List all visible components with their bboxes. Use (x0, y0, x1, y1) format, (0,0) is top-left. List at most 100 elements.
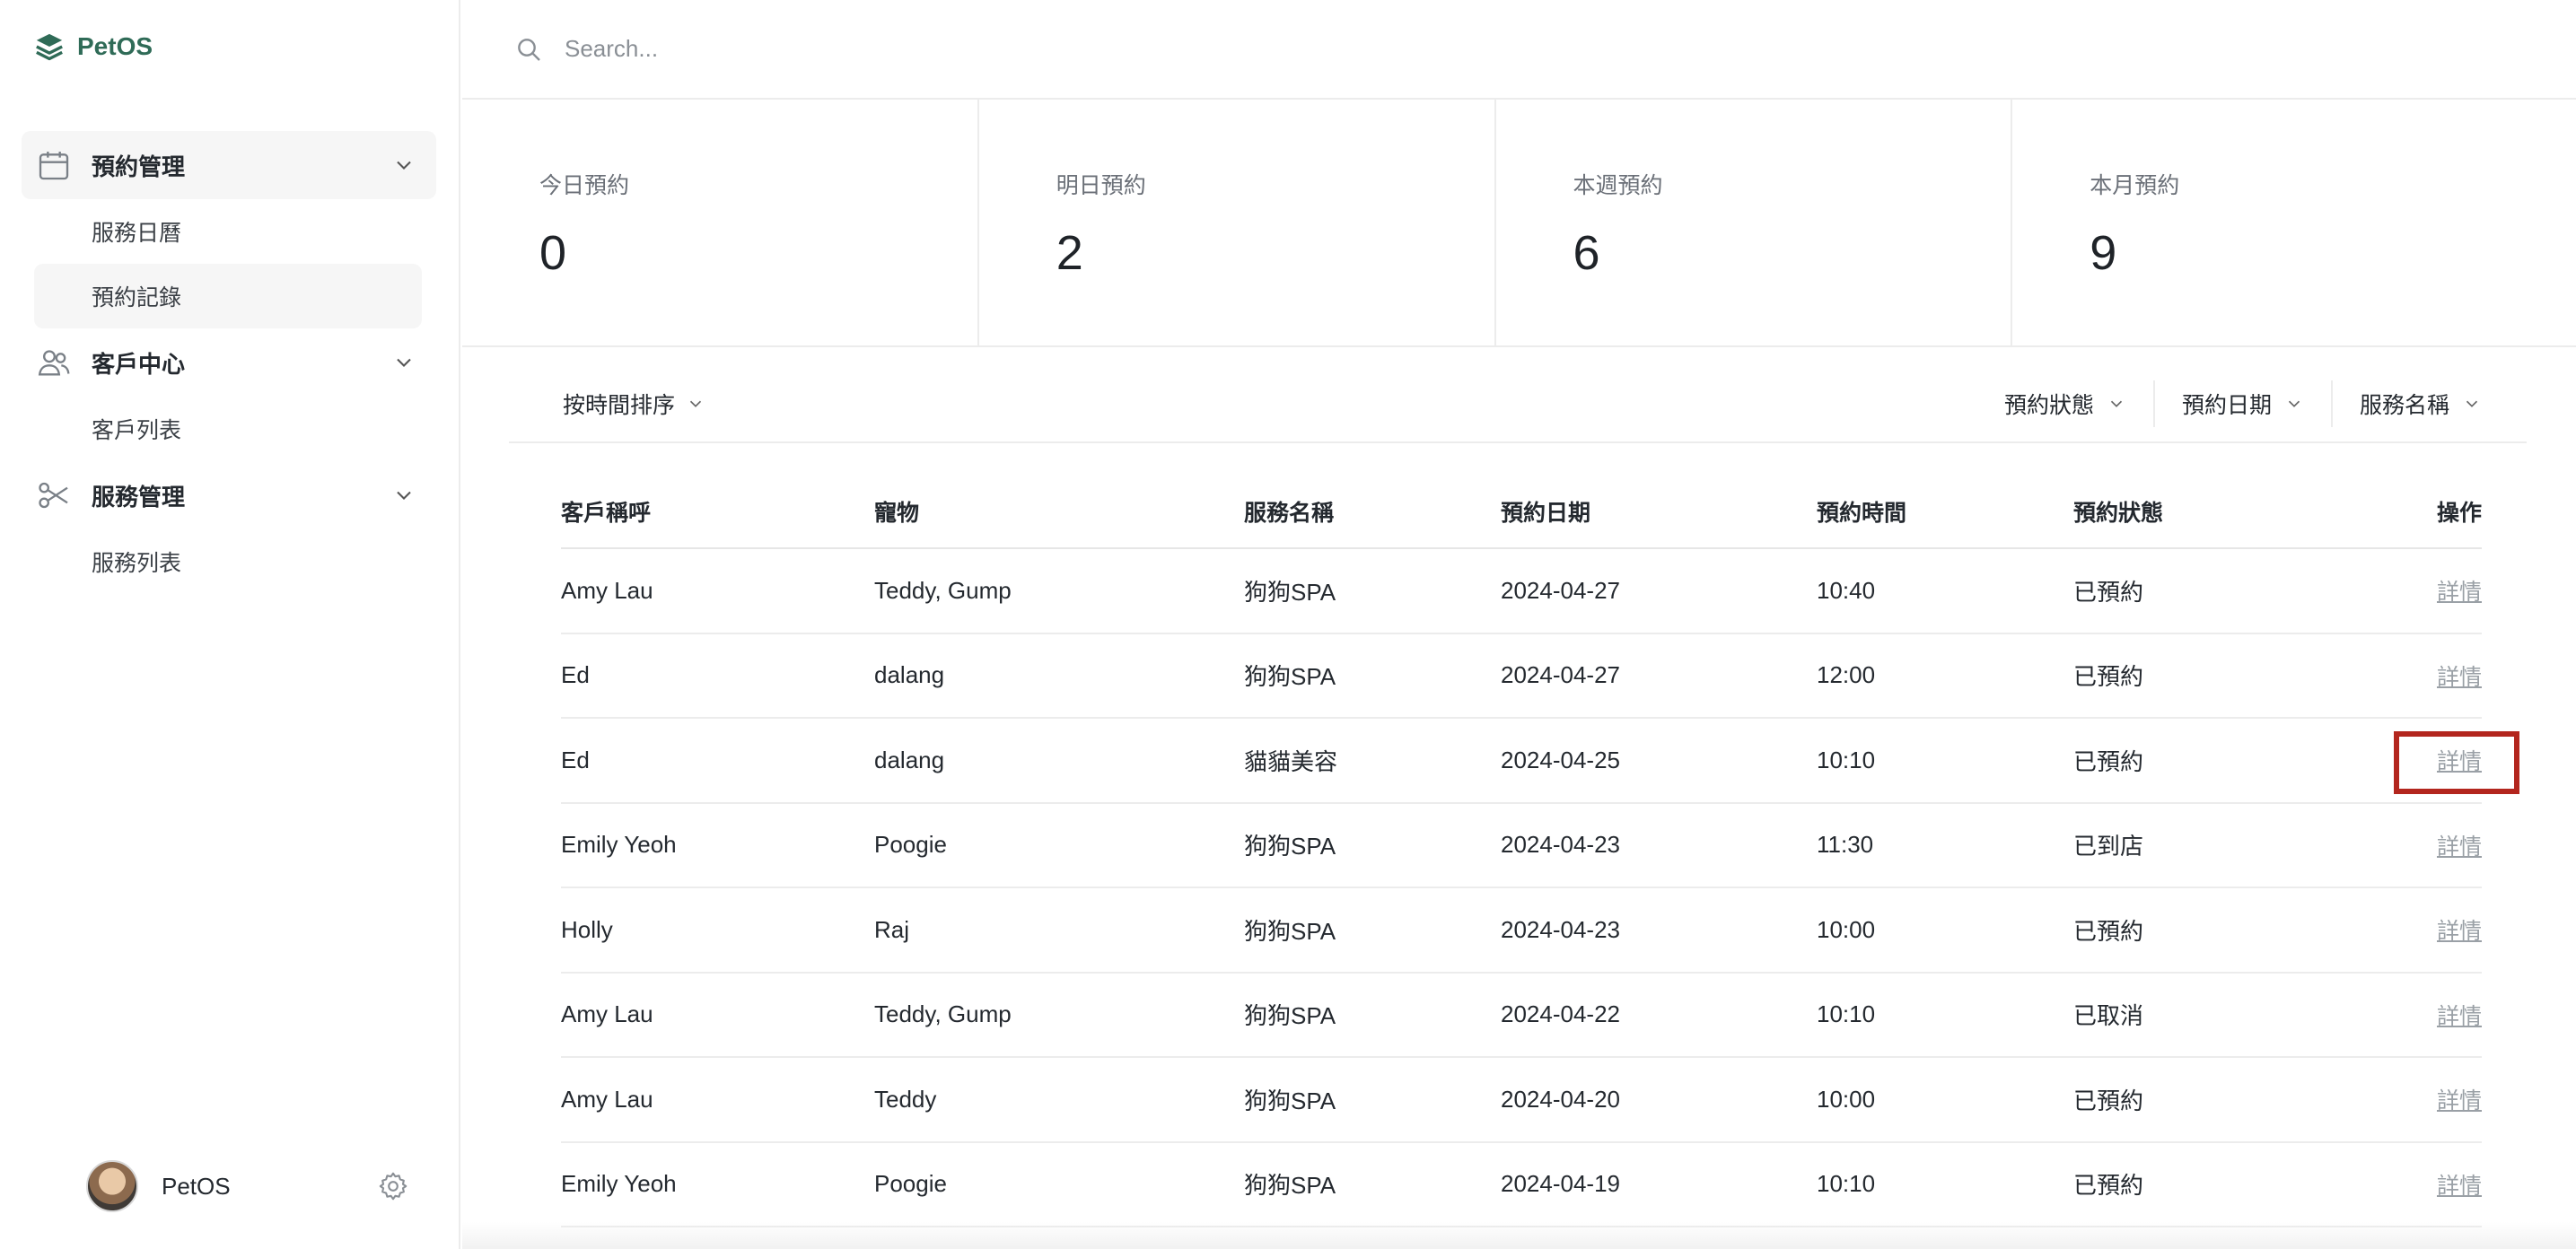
column-header: 服務名稱 (1244, 501, 1335, 526)
stat-this-month: 本月預約 9 (2012, 100, 2576, 345)
appointments-table: 客戶稱呼 寵物 服務名稱 預約日期 預約時間 預約狀態 操作 Amy Lau T… (561, 476, 2482, 1227)
sort-by-time-dropdown[interactable]: 按時間排序 (563, 388, 705, 420)
stat-label: 明日預約 (1056, 173, 1146, 198)
detail-link[interactable]: 詳情 (2437, 913, 2482, 946)
chevron-down-icon (397, 358, 411, 367)
search-bar (462, 0, 2576, 100)
cell-customer: Amy Lau (561, 1085, 653, 1113)
stat-this-week: 本週預約 6 (1496, 100, 2013, 345)
cell-date: 2024-04-23 (1501, 915, 1620, 943)
scissors-icon (36, 477, 72, 513)
stat-value: 6 (1573, 226, 1600, 280)
sidebar: PetOS 預約管理 服務日曆 預約記錄 客戶中心 客戶列表 服務管理 服務列表… (0, 0, 460, 1249)
cell-time: 11:30 (1817, 831, 1874, 859)
chevron-down-icon (2466, 400, 2478, 407)
sidebar-item-service-list[interactable]: 服務列表 (34, 529, 422, 594)
cell-date: 2024-04-23 (1501, 831, 1620, 859)
column-header: 操作 (2436, 501, 2482, 526)
service-filter-dropdown[interactable]: 服務名稱 (2330, 380, 2482, 427)
cell-date: 2024-04-27 (1501, 576, 1620, 604)
brand-name: PetOS (77, 32, 153, 60)
column-header: 客戶稱呼 (561, 501, 652, 526)
detail-link-highlighted[interactable]: 詳情 (2437, 744, 2482, 776)
cell-service: 狗狗SPA (1244, 1002, 1336, 1030)
stat-label: 今日預約 (539, 173, 630, 198)
stat-tomorrow: 明日預約 2 (979, 100, 1496, 345)
table-row: Holly Raj 狗狗SPA 2024-04-23 10:00 已預約 詳情 (561, 888, 2482, 974)
nav-group-appointments[interactable]: 預約管理 (22, 131, 436, 199)
cell-service: 狗狗SPA (1244, 663, 1336, 691)
cell-service: 狗狗SPA (1244, 578, 1336, 606)
column-header: 預約日期 (1501, 501, 1591, 526)
table-row: Amy Lau Teddy, Gump 狗狗SPA 2024-04-22 10:… (561, 974, 2482, 1058)
stat-value: 2 (1056, 226, 1083, 280)
cell-customer: Holly (561, 915, 613, 943)
stat-value: 0 (539, 226, 567, 280)
main-content: 今日預約 0 明日預約 2 本週預約 6 本月預約 9 按時間排序 (462, 0, 2576, 1249)
column-header: 預約狀態 (2073, 501, 2164, 526)
chevron-down-icon (397, 161, 411, 170)
gear-icon[interactable] (377, 1170, 409, 1202)
filter-label: 預約狀態 (2003, 393, 2094, 418)
cell-customer: Ed (561, 746, 590, 773)
table-row: Amy Lau Teddy, Gump 狗狗SPA 2024-04-27 10:… (561, 549, 2482, 634)
cell-action: 詳情 (2325, 913, 2482, 946)
cell-customer: Emily Yeoh (561, 831, 677, 859)
cell-action: 詳情 (2325, 1168, 2482, 1201)
cell-action: 詳情 (2325, 659, 2482, 692)
cell-time: 10:10 (1817, 1000, 1876, 1028)
cell-date: 2024-04-25 (1501, 746, 1620, 773)
cell-pet: dalang (874, 746, 945, 773)
stat-label: 本週預約 (1573, 173, 1663, 198)
cell-pet: Teddy, Gump (874, 576, 1012, 604)
detail-link[interactable]: 詳情 (2437, 574, 2482, 607)
cell-date: 2024-04-20 (1501, 1085, 1620, 1113)
avatar[interactable] (86, 1160, 138, 1212)
cell-date: 2024-04-19 (1501, 1170, 1620, 1198)
cell-customer: Amy Lau (561, 576, 653, 604)
sidebar-item-appointment-records[interactable]: 預約記錄 (34, 264, 422, 328)
nav-group-services[interactable]: 服務管理 (22, 461, 436, 529)
stat-today: 今日預約 0 (462, 100, 979, 345)
filter-label: 服務名稱 (2359, 393, 2449, 418)
cell-service: 狗狗SPA (1244, 1172, 1336, 1200)
table-header: 客戶稱呼 寵物 服務名稱 預約日期 預約時間 預約狀態 操作 (561, 476, 2482, 549)
calendar-icon (36, 147, 72, 183)
detail-link[interactable]: 詳情 (2437, 1083, 2482, 1115)
table-row: Amy Lau Teddy 狗狗SPA 2024-04-20 10:00 已預約… (561, 1058, 2482, 1143)
search-input[interactable] (565, 35, 1193, 63)
layers-logo-icon (36, 33, 63, 61)
table-row: Ed dalang 狗狗SPA 2024-04-27 12:00 已預約 詳情 (561, 634, 2482, 719)
detail-link[interactable]: 詳情 (2437, 829, 2482, 861)
cell-customer: Ed (561, 661, 590, 689)
cell-date: 2024-04-27 (1501, 661, 1620, 689)
app: PetOS 預約管理 服務日曆 預約記錄 客戶中心 客戶列表 服務管理 服務列表… (0, 0, 2576, 1249)
users-icon (36, 345, 72, 380)
cell-status: 已預約 (2073, 663, 2144, 691)
sidebar-item-customer-list[interactable]: 客戶列表 (34, 397, 422, 461)
brand[interactable]: PetOS (34, 29, 153, 65)
nav-group-label: 預約管理 (92, 153, 186, 180)
cell-pet: Poogie (874, 831, 947, 859)
detail-link[interactable]: 詳情 (2437, 1168, 2482, 1201)
cell-service: 狗狗SPA (1244, 1087, 1336, 1114)
cell-customer: Amy Lau (561, 1000, 653, 1028)
cell-service: 狗狗SPA (1244, 917, 1336, 945)
nav-group-customers[interactable]: 客戶中心 (22, 328, 436, 397)
cell-time: 10:40 (1817, 576, 1876, 604)
detail-link[interactable]: 詳情 (2437, 999, 2482, 1031)
table-row: Emily Yeoh Poogie 狗狗SPA 2024-04-19 10:10… (561, 1143, 2482, 1227)
status-filter-dropdown[interactable]: 預約狀態 (1977, 380, 2153, 427)
cell-customer: Emily Yeoh (561, 1170, 677, 1198)
cell-status: 已預約 (2073, 917, 2144, 945)
stat-label: 本月預約 (2090, 173, 2180, 198)
date-filter-dropdown[interactable]: 預約日期 (2152, 380, 2331, 427)
sidebar-item-service-calendar[interactable]: 服務日曆 (34, 199, 422, 264)
cell-status: 已預約 (2073, 747, 2144, 775)
footer-user-name: PetOS (162, 1172, 231, 1200)
table-row: Ed dalang 貓貓美容 2024-04-25 10:10 已預約 詳情 (561, 719, 2482, 804)
nav-group-label: 服務管理 (92, 483, 186, 511)
detail-link[interactable]: 詳情 (2437, 659, 2482, 692)
column-header: 預約時間 (1817, 501, 1907, 526)
cell-pet: Raj (874, 915, 910, 943)
